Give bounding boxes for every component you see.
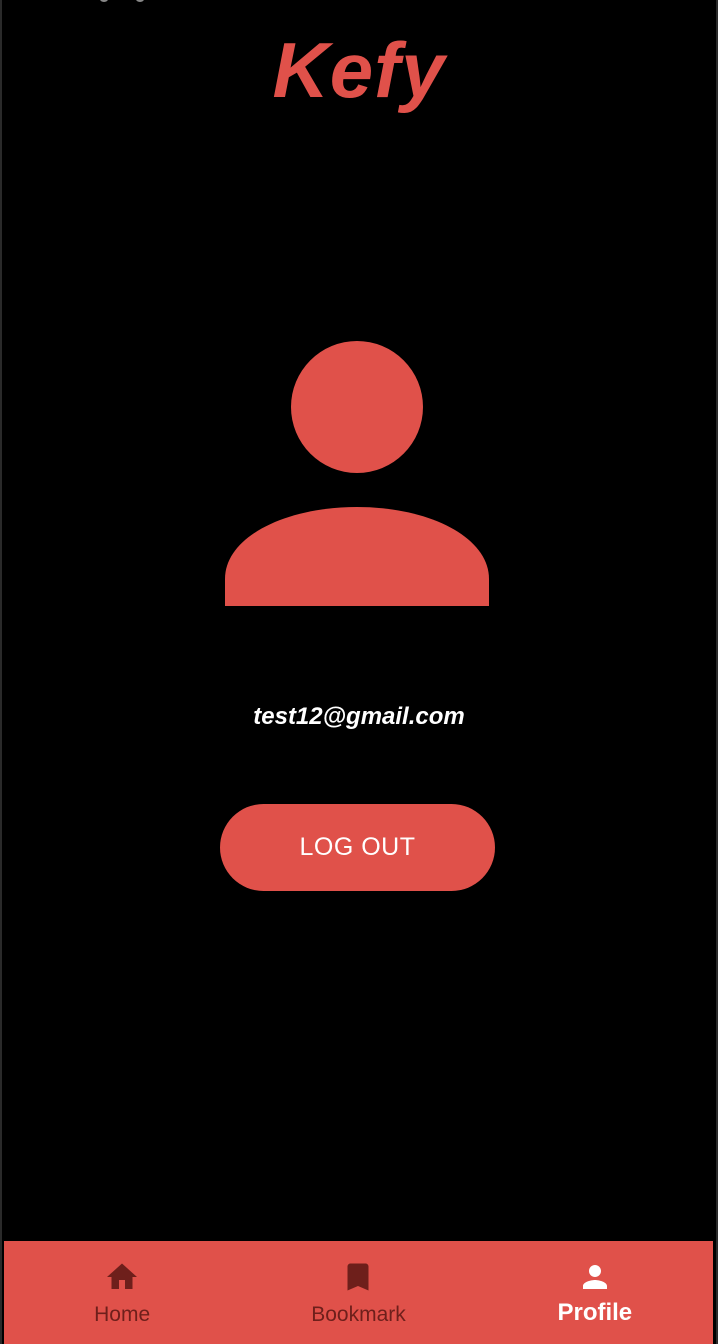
logout-button[interactable]: LOG OUT <box>220 804 495 891</box>
bookmark-icon <box>340 1259 376 1295</box>
profile-screen: Kefy test12@gmail.com LOG OUT Home Bookm… <box>0 0 718 1344</box>
user-email: test12@gmail.com <box>253 703 465 730</box>
nav-item-profile[interactable]: Profile <box>477 1241 713 1344</box>
nav-item-bookmark[interactable]: Bookmark <box>240 1241 476 1344</box>
nav-label-bookmark: Bookmark <box>311 1303 406 1326</box>
home-icon <box>104 1259 140 1295</box>
nav-item-home[interactable]: Home <box>4 1241 240 1344</box>
app-title: Kefy <box>272 26 446 114</box>
person-icon <box>225 341 489 606</box>
nav-label-home: Home <box>94 1303 151 1326</box>
nav-label-profile: Profile <box>557 1299 633 1326</box>
bottom-navigation: Home Bookmark Profile <box>4 1241 713 1344</box>
person-icon <box>577 1259 613 1295</box>
status-bar-fragment <box>98 0 158 3</box>
